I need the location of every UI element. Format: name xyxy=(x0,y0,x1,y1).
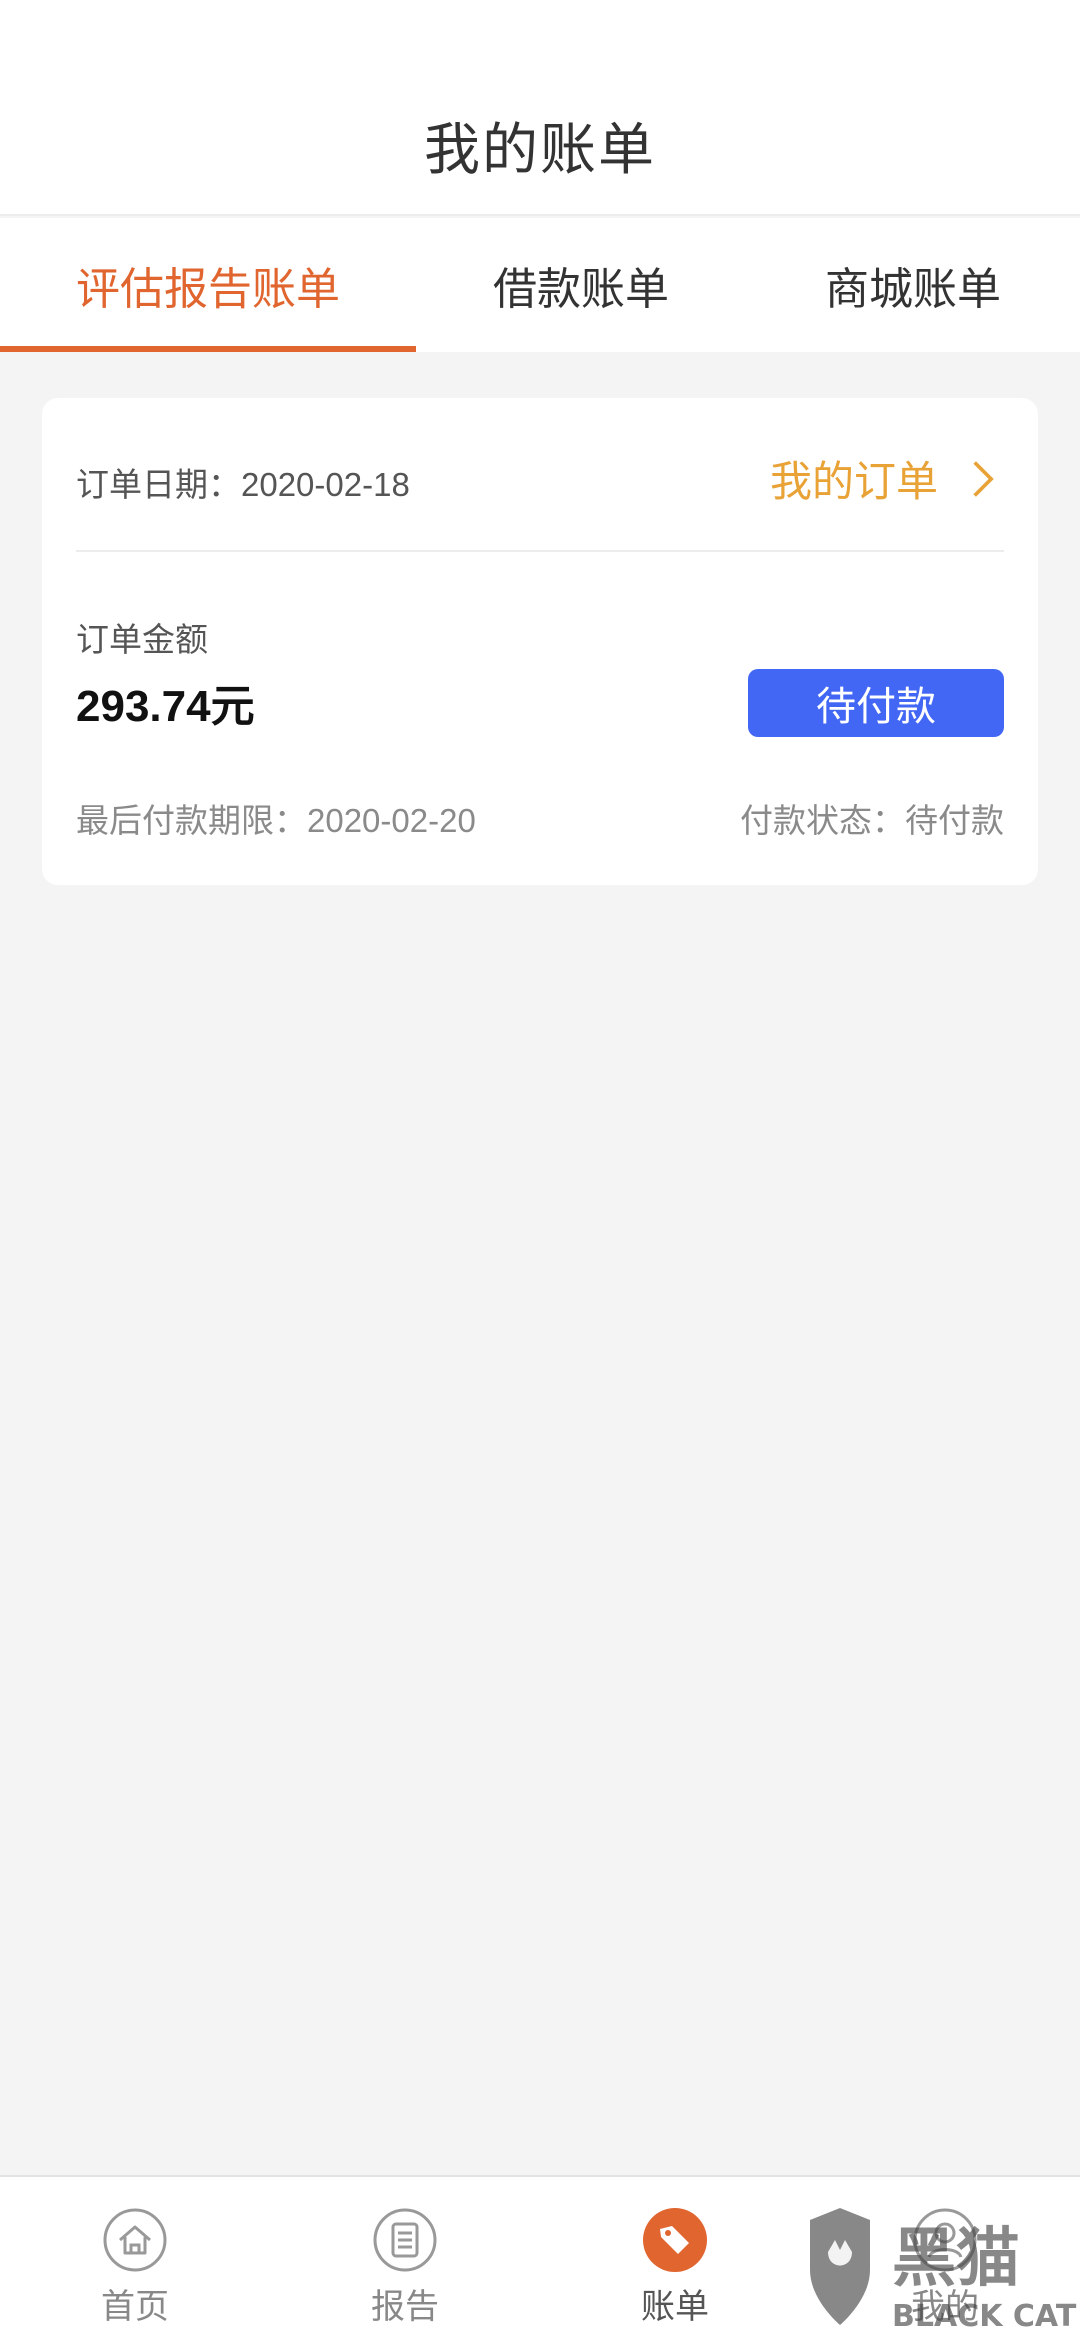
nav-item-bill[interactable]: 账单 xyxy=(540,2177,810,2340)
report-icon xyxy=(373,2208,437,2272)
pay-button[interactable]: 待付款 xyxy=(748,669,1004,737)
bill-tag-icon xyxy=(643,2208,707,2272)
nav-label: 账单 xyxy=(641,2288,709,2326)
my-order-link[interactable]: 我的订单 xyxy=(770,448,1004,509)
nav-label: 首页 xyxy=(101,2288,169,2326)
my-order-label: 我的订单 xyxy=(769,458,938,505)
active-tab-indicator xyxy=(0,346,416,352)
nav-item-report[interactable]: 报告 xyxy=(270,2177,540,2340)
payment-status: 付款状态：待付款 xyxy=(740,802,1004,839)
order-date: 订单日期：2020-02-18 xyxy=(76,466,410,503)
tab-label: 商城账单 xyxy=(825,265,1001,314)
payment-deadline: 最后付款期限：2020-02-20 xyxy=(76,802,476,839)
bill-page: 我的账单 评估报告账单 借款账单 商城账单 订单日期：2020-02-18 我的… xyxy=(0,0,1080,2340)
order-date-row: 订单日期：2020-02-18 我的订单 xyxy=(76,398,1004,552)
nav-label: 报告 xyxy=(371,2288,439,2326)
page-title: 我的账单 xyxy=(424,118,656,181)
tab-mall-bill[interactable]: 商城账单 xyxy=(746,218,1080,352)
chevron-right-icon xyxy=(973,460,994,497)
amount-label: 订单金额 xyxy=(76,621,208,658)
black-cat-watermark-icon: 黑猫 BLACK CAT xyxy=(810,2208,1077,2334)
home-icon xyxy=(103,2208,167,2272)
tab-label: 评估报告账单 xyxy=(76,265,340,314)
tab-assessment-report-bill[interactable]: 评估报告账单 xyxy=(0,218,416,352)
amount-value: 293.74元 xyxy=(76,682,255,731)
nav-item-home[interactable]: 首页 xyxy=(0,2177,270,2340)
tab-label: 借款账单 xyxy=(493,265,669,314)
watermark-subtitle: BLACK CAT xyxy=(892,2299,1077,2334)
tab-loan-bill[interactable]: 借款账单 xyxy=(416,218,746,352)
bill-card: 订单日期：2020-02-18 我的订单 订单金额 293.74元 待付款 最后… xyxy=(42,398,1038,885)
watermark-title: 黑猫 xyxy=(892,2222,1020,2296)
bill-tabs: 评估报告账单 借款账单 商城账单 xyxy=(0,218,1080,352)
app-header: 我的账单 xyxy=(0,0,1080,216)
